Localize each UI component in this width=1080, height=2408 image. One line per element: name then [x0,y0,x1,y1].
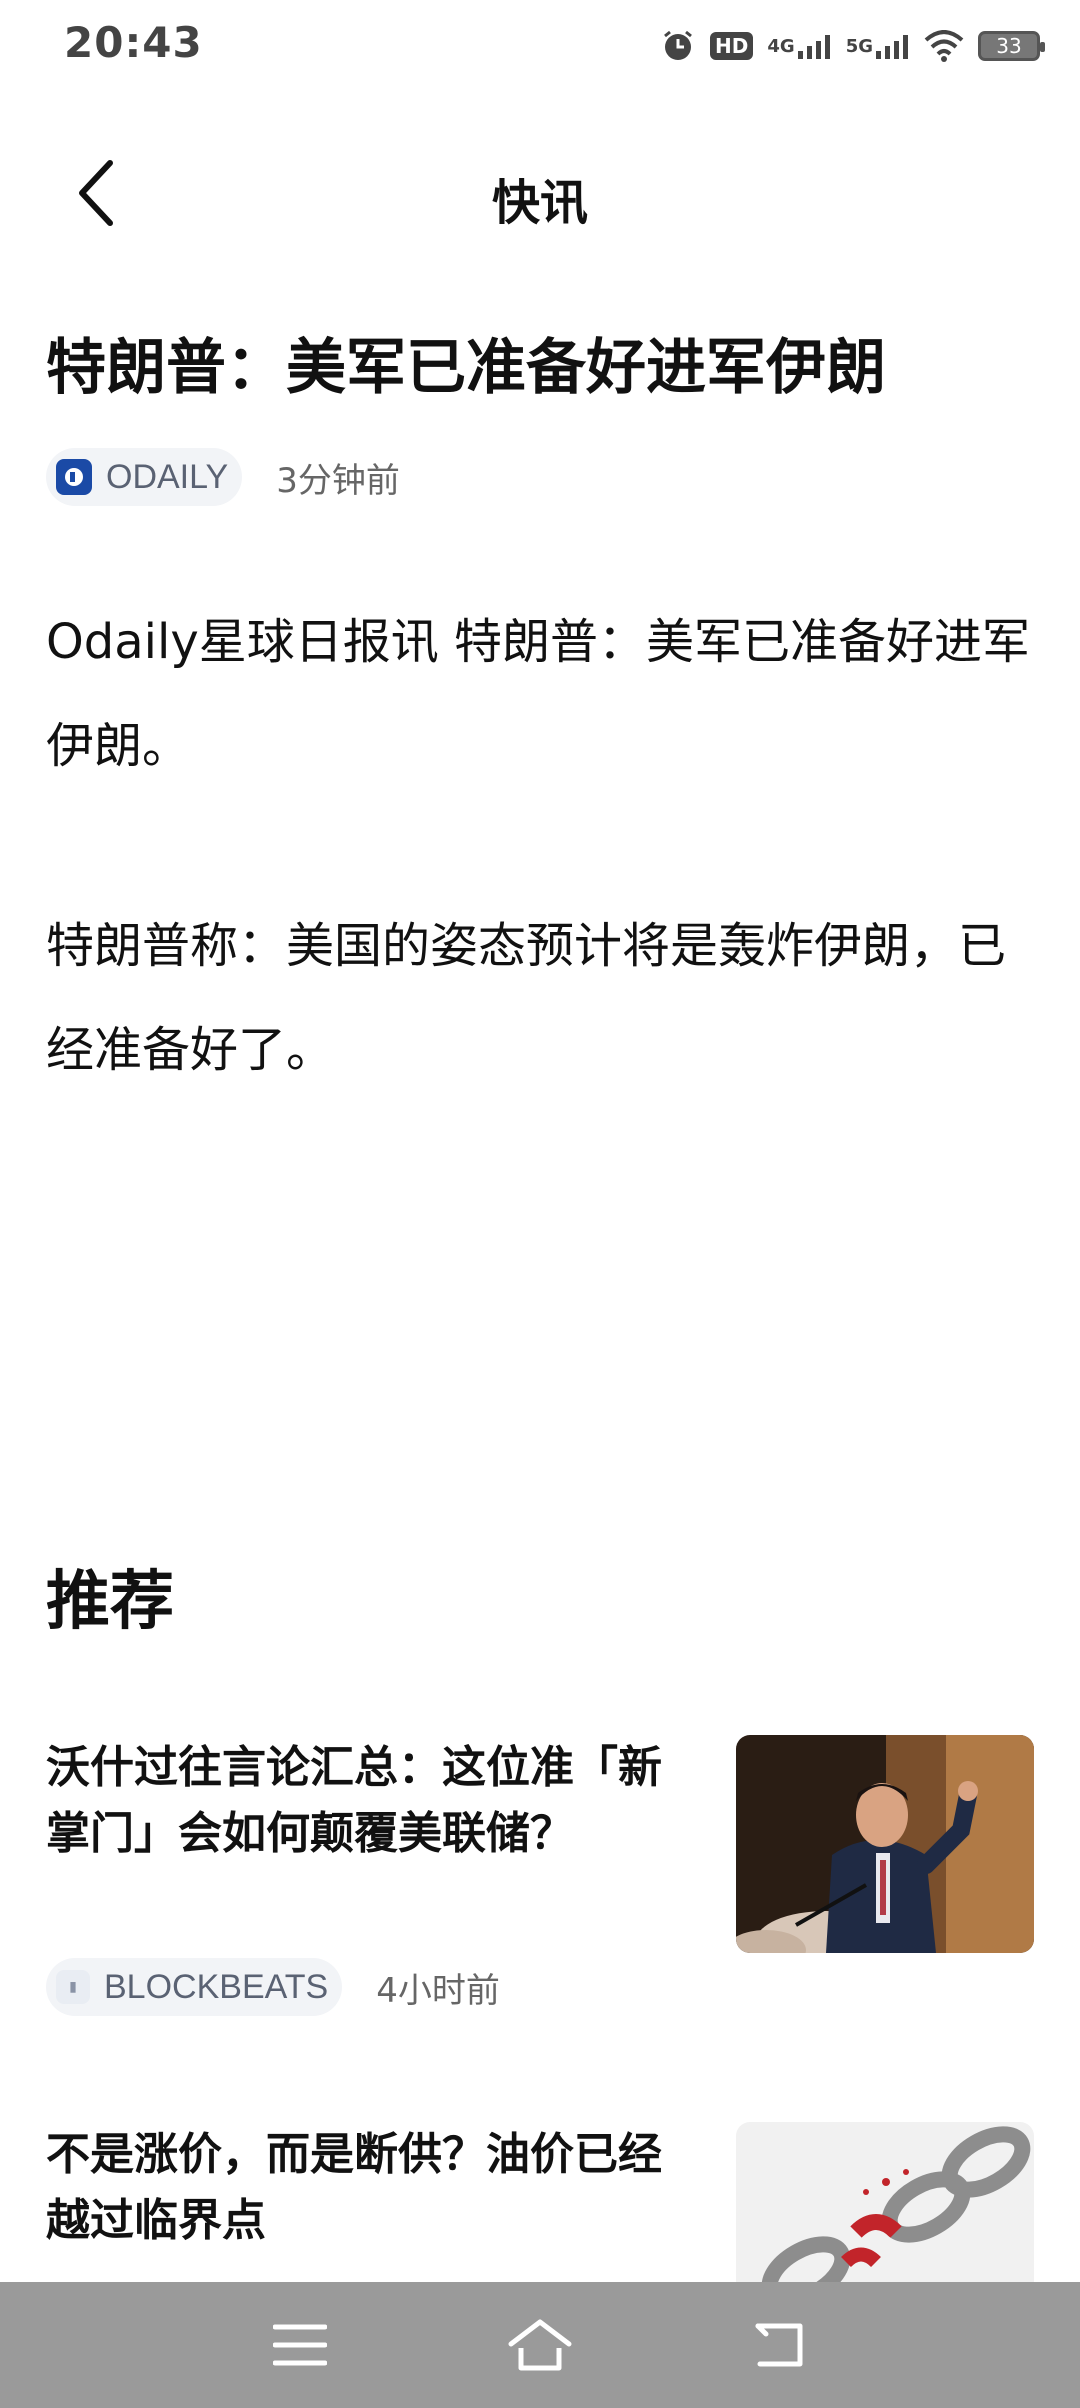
battery-level: 33 [996,34,1022,58]
back-nav-button[interactable] [740,2307,820,2383]
wifi-icon [924,30,964,62]
source-chip[interactable]: ODAILY [46,448,243,506]
home-button[interactable] [500,2307,580,2383]
blockbeats-logo-icon: ▮ [56,1970,90,2004]
recommend-item[interactable]: 沃什过往言论汇总：这位准「新掌门」会如何颠覆美联储？ ▮ BLOCKBEATS … [46,1735,1034,2035]
5g-signal-icon: 5G [846,33,910,59]
recommend-item[interactable]: 不是涨价，而是断供？油价已经越过临界点 [46,2122,1034,2282]
hd-label: HD [710,32,754,60]
publish-time: 3分钟前 [276,460,400,501]
status-bar: 20:43 HD 4G 5G 33 [0,0,1080,92]
top-header: 快讯 [0,135,1080,255]
recommend-item-meta: ▮ BLOCKBEATS 4小时前 [46,1958,500,2016]
article-title: 特朗普：美军已准备好进军伊朗 [46,333,886,403]
hd-icon: HD [710,32,754,60]
recommend-item-title[interactable]: 不是涨价，而是断供？油价已经越过临界点 [46,2122,686,2254]
source-chip[interactable]: ▮ BLOCKBEATS [46,1958,343,2016]
recommend-item-thumbnail[interactable] [736,2122,1034,2282]
net-label-4g: 4G [767,35,795,57]
system-nav-bar [0,2282,1080,2408]
net-label-5g: 5G [845,35,873,57]
menu-button[interactable] [260,2307,340,2383]
odaily-logo-icon [56,459,92,495]
alarm-icon [660,28,696,64]
4g-signal-icon: 4G [767,33,831,59]
source-name: BLOCKBEATS [104,1967,329,2006]
home-icon [508,2319,572,2371]
recommend-heading: 推荐 [46,1565,174,1639]
page-title: 快讯 [491,175,588,231]
article-paragraph: Odaily星球日报讯 特朗普：美军已准备好进军伊朗。 [46,614,1031,774]
publish-time: 4小时前 [376,1970,500,2011]
battery-icon: 33 [978,31,1045,61]
menu-icon [273,2324,327,2366]
article-paragraph: 特朗普称：美国的姿态预计将是轰炸伊朗，已经准备好了。 [46,918,1007,1078]
status-time: 20:43 [64,18,203,67]
recommend-item-title[interactable]: 沃什过往言论汇总：这位准「新掌门」会如何颠覆美联储？ [46,1735,686,1867]
article-body: Odaily星球日报讯 特朗普：美军已准备好进军伊朗。 特朗普称：美国的姿态预计… [46,590,1046,1198]
status-icons: HD 4G 5G 33 [660,24,1045,68]
article-meta: ODAILY 3分钟前 [46,448,400,506]
source-name: ODAILY [106,457,229,496]
recommend-item-thumbnail[interactable] [736,1735,1034,1953]
back-nav-icon [755,2323,803,2367]
